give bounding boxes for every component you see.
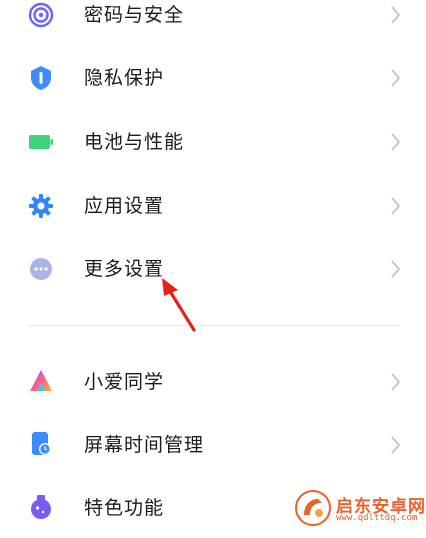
chevron-right-icon xyxy=(391,436,401,454)
settings-item-label: 小爱同学 xyxy=(84,371,165,393)
chevron-right-icon xyxy=(391,373,401,391)
xiaoai-icon xyxy=(30,370,52,391)
settings-item-screen-time[interactable]: 屏幕时间管理 xyxy=(0,415,426,475)
settings-item-password-security[interactable]: 密码与安全 xyxy=(0,0,426,45)
settings-item-label: 电池与性能 xyxy=(84,131,185,153)
settings-list: 密码与安全 隐私保护 电池与性能 应用设置 更多设置 小爱同学 屏幕时间管理 特… xyxy=(0,0,426,529)
more-dots-icon xyxy=(30,258,52,280)
settings-item-privacy[interactable]: 隐私保护 xyxy=(0,48,426,108)
privacy-shield-icon xyxy=(31,66,51,90)
settings-item-app-settings[interactable]: 应用设置 xyxy=(0,176,426,236)
settings-item-label: 密码与安全 xyxy=(84,4,185,26)
chevron-right-icon xyxy=(391,197,401,215)
gear-icon xyxy=(29,194,53,218)
settings-item-battery[interactable]: 电池与性能 xyxy=(0,112,426,172)
watermark-logo: 启东安卓网 www.qdlttdq.com xyxy=(292,487,426,529)
settings-item-label: 隐私保护 xyxy=(84,67,165,89)
fingerprint-icon xyxy=(28,2,54,28)
settings-item-label: 特色功能 xyxy=(84,497,165,519)
settings-item-label: 应用设置 xyxy=(84,195,165,217)
battery-icon xyxy=(29,135,53,149)
chevron-right-icon xyxy=(391,69,401,87)
watermark-url: www.qdlttdq.com xyxy=(336,513,418,523)
feature-flask-icon xyxy=(31,495,51,519)
annotation-arrow-icon xyxy=(162,278,196,332)
watermark-emblem-icon xyxy=(295,490,331,526)
screen-time-icon xyxy=(32,432,51,455)
chevron-right-icon xyxy=(391,133,401,151)
chevron-right-icon xyxy=(391,260,401,278)
settings-item-xiaoai[interactable]: 小爱同学 xyxy=(0,352,426,412)
chevron-right-icon xyxy=(391,6,401,24)
settings-item-more-settings[interactable]: 更多设置 xyxy=(0,239,426,299)
section-divider xyxy=(28,325,400,326)
settings-item-label: 屏幕时间管理 xyxy=(84,434,205,456)
